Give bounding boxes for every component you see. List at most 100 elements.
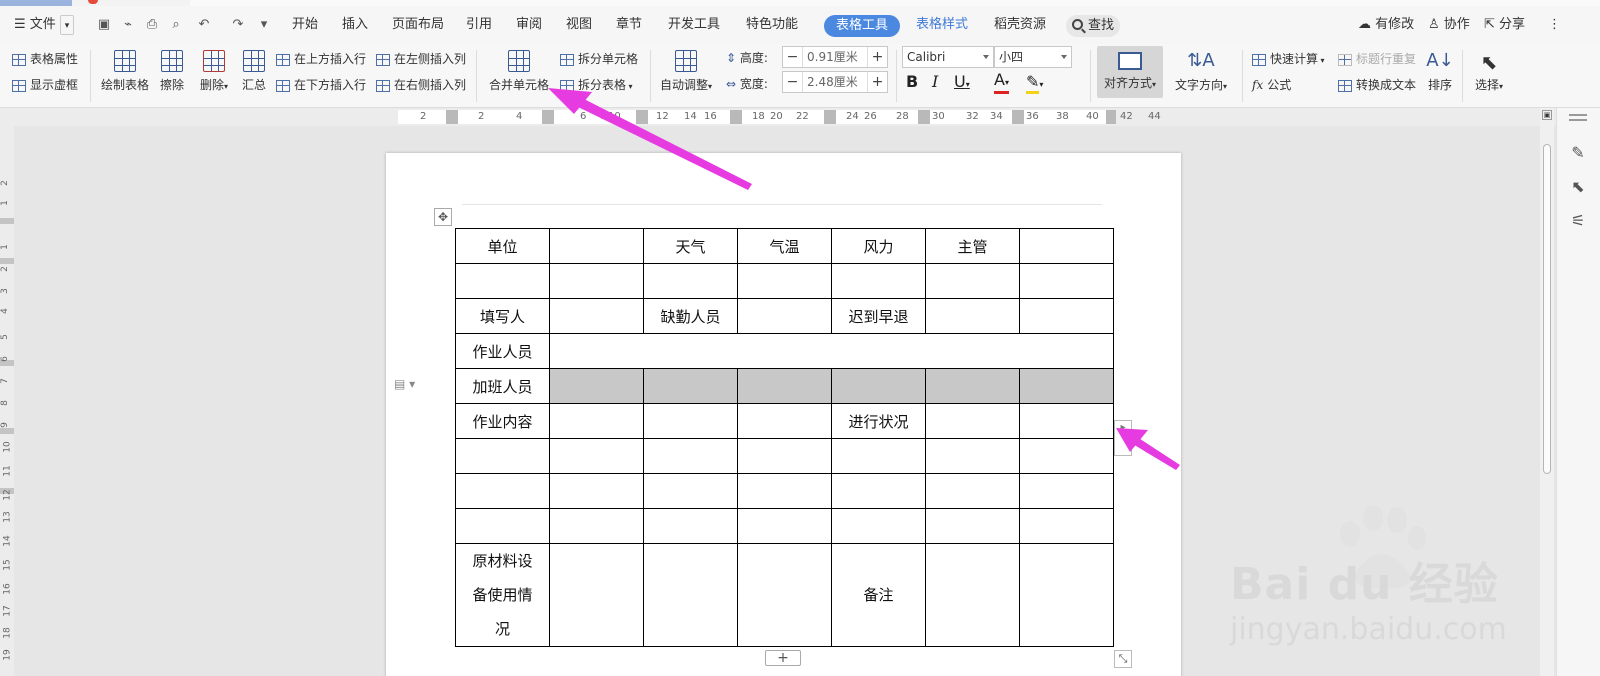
table-cell[interactable] [643,473,738,509]
table-cell[interactable] [455,438,550,474]
cursor-select-icon[interactable]: ⬉ [1569,178,1587,196]
table-cell[interactable] [549,403,644,439]
table-cell[interactable] [1019,508,1114,544]
selected-cell[interactable] [643,368,738,404]
table-cell[interactable]: 进行状况 [831,403,926,439]
font-size-select[interactable]: 小四 [994,46,1072,68]
table-cell[interactable]: 作业内容 [455,403,550,439]
table-cell[interactable]: 缺勤人员 [643,298,738,334]
table-cell[interactable] [455,473,550,509]
tab-special[interactable]: 特色功能 [746,6,798,44]
table-cell[interactable]: 单位 [455,228,550,264]
merged-cell[interactable] [549,333,1114,369]
show-gridlines-button[interactable]: 显示虚框 [12,76,78,93]
table-cell[interactable] [549,438,644,474]
paragraph-options-icon[interactable]: ▤ ▾ [394,377,424,393]
convert-to-text-button[interactable]: 转换成文本 [1338,76,1416,93]
table-cell[interactable] [1019,403,1114,439]
col-width-stepper[interactable]: − 2.48厘米 + [782,71,888,93]
table-cell[interactable] [925,298,1020,334]
font-color-button[interactable]: A▾ [994,72,1009,94]
share-button[interactable]: ⇱ 分享 [1484,6,1525,44]
redo-icon[interactable]: ↷ [230,18,246,32]
table-cell[interactable] [831,473,926,509]
decrease-height-button[interactable]: − [783,47,803,67]
table-cell[interactable] [737,298,832,334]
print-icon[interactable]: ⎙ [144,18,160,32]
auto-fit-button[interactable]: 自动调整▾ [656,50,716,93]
formula-button[interactable]: fx 公式 [1252,76,1291,93]
table-cell[interactable] [549,228,644,264]
resize-table-icon[interactable]: ⤡ [1114,650,1132,668]
increase-height-button[interactable]: + [867,47,887,67]
table-cell[interactable] [737,508,832,544]
table-cell[interactable] [737,263,832,299]
insert-col-left-button[interactable]: 在左侧插入列 [376,50,466,67]
chevron-down-icon[interactable]: ▾ [59,14,74,35]
undo-icon[interactable]: ↶ [196,18,212,32]
table-cell[interactable]: 天气 [643,228,738,264]
scrollbar-thumb[interactable] [1543,144,1551,474]
scroll-top-icon[interactable]: ▣ [1542,110,1552,120]
table-cell[interactable] [643,438,738,474]
table-cell[interactable] [925,263,1020,299]
tab-table-tools[interactable]: 表格工具 [824,15,901,37]
erase-button[interactable]: 擦除 [156,50,188,93]
row-height-value[interactable]: 0.91厘米 [807,47,858,67]
tab-references[interactable]: 引用 [466,6,492,44]
save-icon[interactable]: ▣ [96,18,112,32]
merge-cells-button[interactable]: 合并单元格 [484,50,554,93]
table-cell[interactable]: 填写人 [455,298,550,334]
italic-button[interactable]: I [932,72,938,91]
table-cell[interactable] [549,543,644,647]
tab-chapter[interactable]: 章节 [616,6,642,44]
tab-view[interactable]: 视图 [566,6,592,44]
tab-table-style[interactable]: 表格样式 [916,6,968,44]
table-cell[interactable] [831,438,926,474]
table-cell[interactable] [643,403,738,439]
table-cell[interactable] [549,508,644,544]
table-cell[interactable] [1019,298,1114,334]
table-cell[interactable] [925,438,1020,474]
insert-row-above-button[interactable]: 在上方插入行 [276,50,366,67]
vertical-scrollbar[interactable]: ▣ [1540,108,1554,676]
decrease-width-button[interactable]: − [783,72,803,92]
alignment-button[interactable]: 对齐方式▾ [1097,46,1163,98]
table-cell[interactable] [1019,263,1114,299]
tab-page-layout[interactable]: 页面布局 [392,6,444,44]
highlight-button[interactable]: ✎▾ [1026,72,1043,94]
table-cell[interactable] [925,403,1020,439]
sort-button[interactable]: A↓ 排序 [1424,50,1456,93]
table-cell[interactable] [549,263,644,299]
tab-insert[interactable]: 插入 [342,6,368,44]
table-cell[interactable] [737,438,832,474]
collaborate-button[interactable]: ♙ 协作 [1428,6,1470,44]
ruler-column-marker[interactable] [636,110,648,124]
table-cell[interactable] [1019,438,1114,474]
table-cell[interactable] [1019,228,1114,264]
settings-sliders-icon[interactable]: ⚟ [1569,212,1587,230]
print-preview-icon[interactable]: ⌕ [168,18,184,32]
insert-row-below-button[interactable]: 在下方插入行 [276,76,366,93]
table-cell[interactable] [925,473,1020,509]
selected-cell[interactable] [1019,368,1114,404]
text-direction-button[interactable]: ⇅A 文字方向▾ [1170,50,1232,93]
row-height-stepper[interactable]: − 0.91厘米 + [782,46,888,68]
table-cell[interactable]: 备注 [831,543,926,647]
add-column-handle[interactable]: ▸ [1114,420,1132,456]
table-cell[interactable] [831,263,926,299]
table-cell[interactable]: 原材料设备使用情况 [455,543,550,647]
horizontal-ruler[interactable]: 2 2 4 6 8 10 12 14 16 18 20 22 24 26 28 … [0,108,1600,126]
table-cell[interactable]: 迟到早退 [831,298,926,334]
table-cell[interactable] [455,263,550,299]
ruler-column-marker[interactable] [542,110,554,124]
collapse-icon[interactable] [1569,114,1587,116]
title-repeat-button[interactable]: 标题行重复 [1338,50,1416,67]
col-width-value[interactable]: 2.48厘米 [807,72,858,92]
tab-developer[interactable]: 开发工具 [668,6,720,44]
underline-button[interactable]: U▾ [954,72,970,91]
more-icon[interactable]: ⋮ [1548,6,1561,44]
font-name-select[interactable]: Calibri [902,46,994,68]
edit-icon[interactable]: ✎ [1569,144,1587,162]
table-cell[interactable] [643,263,738,299]
